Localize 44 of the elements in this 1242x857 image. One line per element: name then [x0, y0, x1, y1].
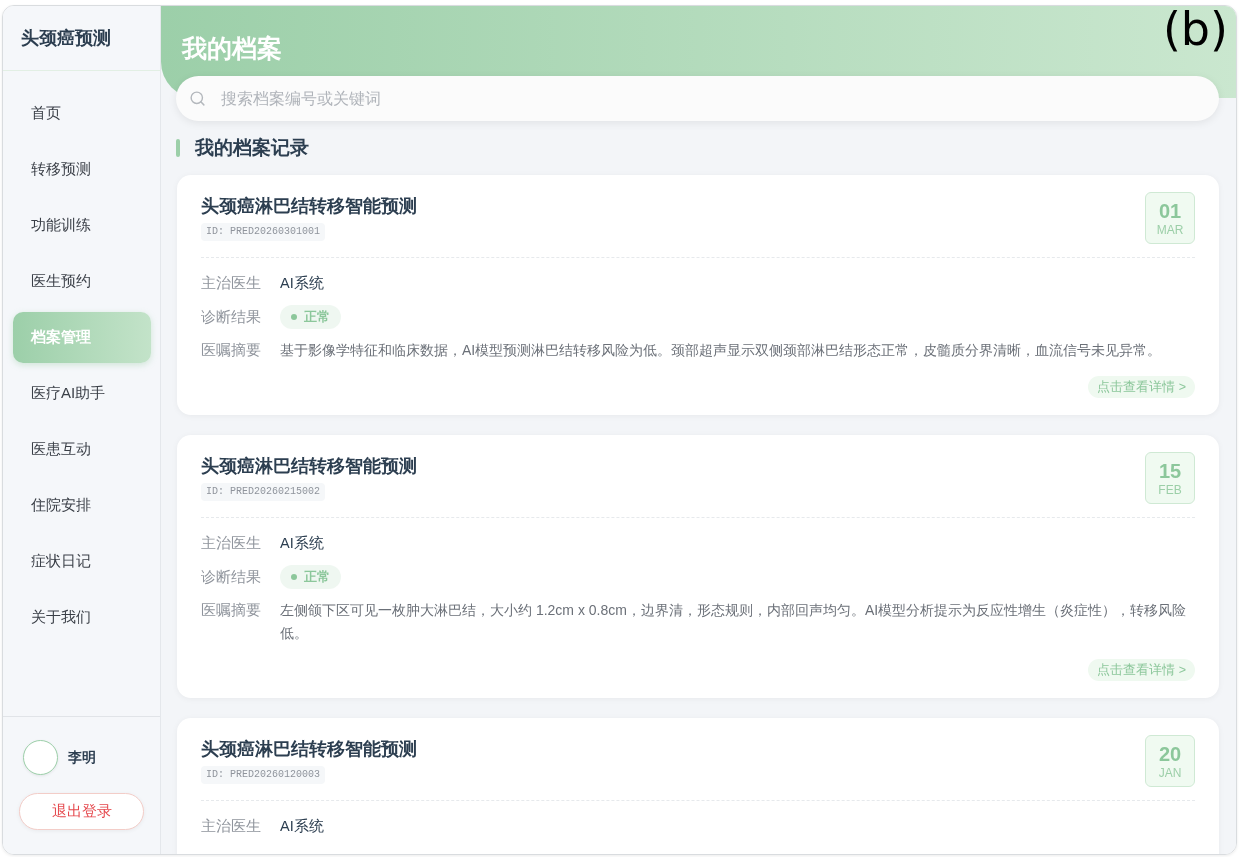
date-day: 20	[1158, 741, 1182, 766]
panel-label: (b)	[1162, 1, 1228, 57]
record-title: 头颈癌淋巴结转移智能预测	[201, 455, 417, 478]
record-id: ID: PRED20260120003	[201, 766, 326, 784]
record-id: ID: PRED20260301001	[201, 223, 326, 241]
field-value: AI系统	[280, 534, 324, 553]
nav-item[interactable]: 症状日记	[13, 536, 151, 587]
field-label: 主治医生	[201, 816, 262, 836]
field-label: 医嘱摘要	[201, 341, 262, 360]
record-title: 头颈癌淋巴结转移智能预测	[201, 738, 417, 761]
date-month: JAN	[1158, 765, 1182, 781]
date-day: 15	[1158, 458, 1182, 483]
section-accent-bar	[176, 139, 180, 157]
search-field[interactable]: 搜索档案编号或关键词	[176, 76, 1219, 121]
page-title: 我的档案	[182, 34, 282, 62]
nav-item[interactable]: 转移预测	[13, 144, 151, 195]
section-title: 我的档案记录	[195, 136, 309, 160]
field-label: 主治医生	[201, 533, 262, 553]
summary-text: 基于影像学特征和临床数据，AI模型预测淋巴结转移风险为低。颈部超声显示双侧颈部淋巴结形态正常，皮髓质分界清晰，血流信号未见异常。	[280, 341, 1163, 360]
nav-item[interactable]: 关于我们	[13, 592, 151, 643]
date-month: MAR	[1156, 222, 1184, 238]
search-icon	[189, 90, 206, 107]
nav-item[interactable]: 医患互动	[13, 424, 151, 475]
user-name: 李明	[68, 748, 96, 767]
nav-item[interactable]: 首页	[13, 88, 151, 139]
status-text: 正常	[304, 568, 330, 586]
field-value: AI系统	[280, 274, 324, 293]
field-label: 诊断结果	[201, 307, 262, 327]
field-label: 诊断结果	[201, 567, 262, 587]
field-label: 主治医生	[201, 273, 262, 293]
field-label: 医嘱摘要	[201, 601, 262, 620]
status-text: 正常	[304, 308, 330, 326]
record-title: 头颈癌淋巴结转移智能预测	[201, 195, 417, 218]
date-month: FEB	[1158, 482, 1182, 498]
logout-button[interactable]: 退出登录	[19, 793, 144, 830]
app-title: 头颈癌预测	[21, 26, 111, 50]
record-id: ID: PRED20260215002	[201, 483, 326, 501]
summary-text: 左侧颌下区可见一枚肿大淋巴结，大小约 1.2cm x 0.8cm，边界清，形态规则，内部回声均匀。AI模型分析提示为反应性增生（炎症性），转移风险低。	[280, 601, 1188, 643]
field-value: AI系统	[280, 817, 324, 836]
nav-item[interactable]: 医疗AI助手	[13, 368, 151, 419]
nav-item[interactable]: 住院安排	[13, 480, 151, 531]
nav-item[interactable]: 功能训练	[13, 200, 151, 251]
nav-item[interactable]: 医生预约	[13, 256, 151, 307]
date-day: 01	[1158, 198, 1182, 223]
